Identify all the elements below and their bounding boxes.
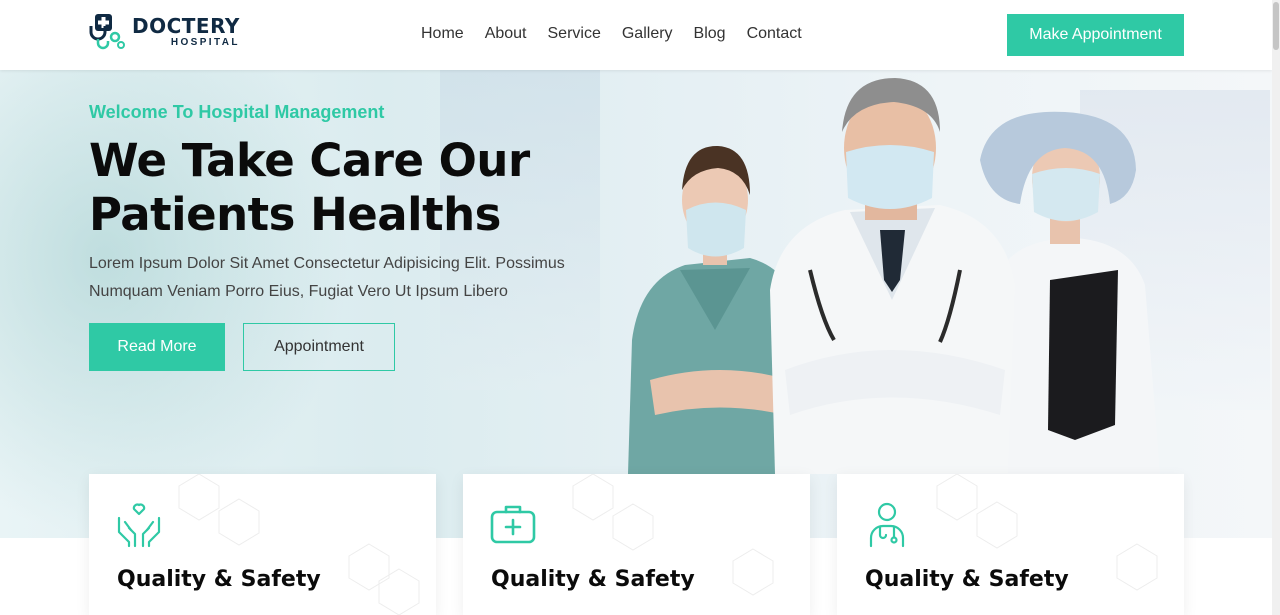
feature-title: Quality & Safety [117,567,321,592]
scrollbar-thumb[interactable] [1273,2,1279,50]
site-header: DOCTERY HOSPITAL Home About Service Gall… [0,0,1272,70]
read-more-button[interactable]: Read More [89,323,225,371]
hero-headline: We Take Care Our Patients Healths [89,134,609,242]
nav-gallery[interactable]: Gallery [622,25,673,43]
brand-subtitle: HOSPITAL [170,37,240,48]
feature-card[interactable]: Quality & Safety [463,474,810,615]
hero-headline-line: We Take Care Our [89,134,530,187]
nav-blog[interactable]: Blog [694,25,726,43]
feature-card[interactable]: Quality & Safety [837,474,1184,615]
stethoscope-cross-logo-icon [89,14,125,50]
hero-welcome-text: Welcome To Hospital Management [89,102,385,122]
hero-description-line: Numquam Veniam Porro Eius, Fugiat Vero U… [89,283,508,300]
hero-headline-line: Patients Healths [89,188,501,241]
feature-title: Quality & Safety [865,567,1069,592]
feature-card[interactable]: Quality & Safety [89,474,436,615]
nav-contact[interactable]: Contact [747,25,802,43]
make-appointment-button[interactable]: Make Appointment [1007,14,1184,56]
nav-home[interactable]: Home [421,25,464,43]
hero-section: Welcome To Hospital Management We Take C… [0,70,1272,538]
doctors-team-image [628,78,1160,474]
brand-logo[interactable]: DOCTERY HOSPITAL [88,12,240,52]
nav-about[interactable]: About [485,25,527,43]
hero-description: Lorem Ipsum Dolor Sit Amet Consectetur A… [89,250,609,306]
feature-title: Quality & Safety [491,567,695,592]
doctor-figure [770,78,1015,474]
appointment-button[interactable]: Appointment [243,323,395,371]
page-scrollbar[interactable] [1272,0,1280,615]
doctor-icon [869,502,905,548]
main-nav: Home About Service Gallery Blog Contact [421,25,823,43]
medical-kit-icon [490,505,536,544]
care-hands-heart-icon [117,503,161,548]
brand-name: DOCTERY [132,14,240,38]
nav-service[interactable]: Service [548,25,601,43]
hero-description-line: Lorem Ipsum Dolor Sit Amet Consectetur A… [89,255,565,272]
